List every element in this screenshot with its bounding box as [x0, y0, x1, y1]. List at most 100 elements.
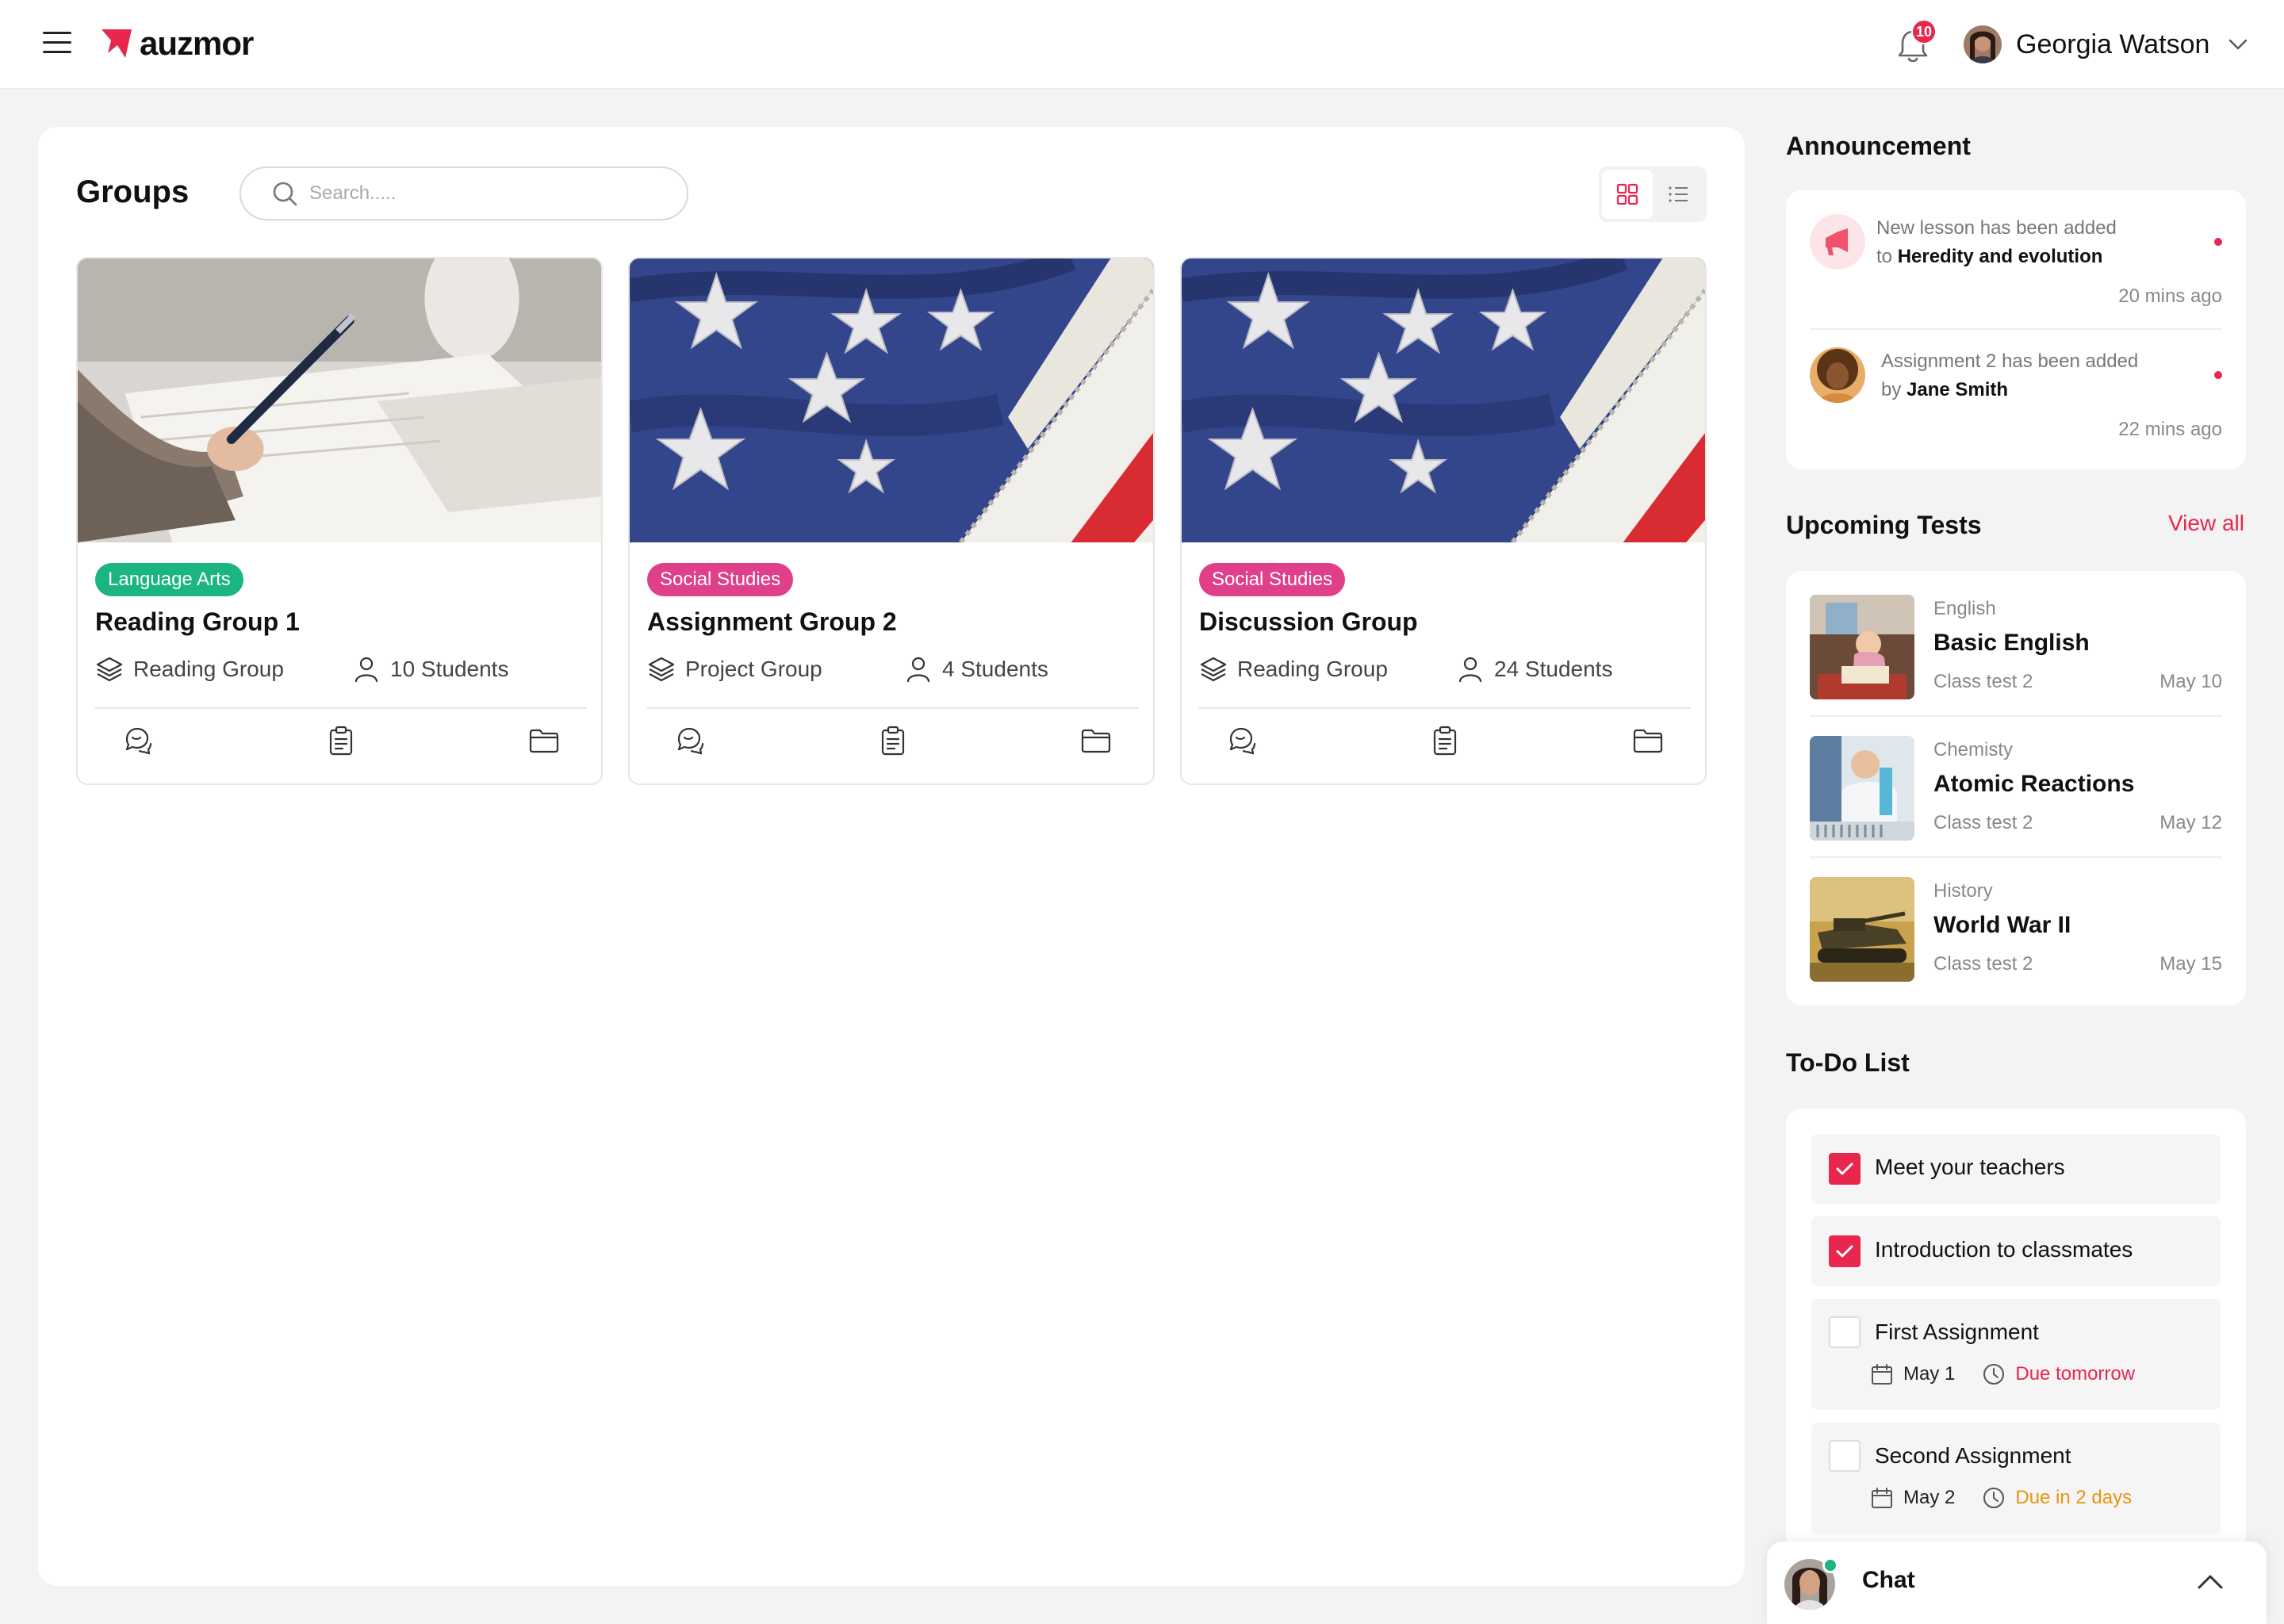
chat-bar[interactable]: Chat — [1767, 1542, 2267, 1624]
search-input[interactable] — [309, 182, 658, 205]
group-type: Project Group — [647, 655, 822, 684]
announcement-subject: Heredity and evolution — [1897, 246, 2103, 267]
assignments-button[interactable] — [1429, 725, 1464, 760]
list-icon — [1669, 186, 1688, 202]
chat-button[interactable] — [674, 725, 709, 760]
group-title[interactable]: Assignment Group 2 — [647, 607, 897, 637]
top-bar: auzmor 10 Georgia Watson — [0, 0, 2284, 89]
announcement-prefix: to — [1876, 246, 1893, 267]
folder-icon — [1633, 729, 1663, 753]
layers-icon — [648, 657, 675, 682]
clock-icon — [1983, 1364, 2005, 1385]
group-title[interactable]: Reading Group 1 — [95, 607, 300, 637]
test-name: World War II — [1933, 912, 2071, 938]
test-item[interactable]: History World War II Class test 2 May 15 — [1810, 877, 2222, 982]
group-meta: Project Group 4 Students — [647, 655, 1139, 687]
assignments-button[interactable] — [325, 725, 360, 760]
test-subject: History — [1933, 880, 1993, 902]
divider — [647, 707, 1139, 709]
divider — [1199, 707, 1691, 709]
todo-checkbox[interactable] — [1829, 1440, 1861, 1472]
announcer-avatar — [1810, 347, 1865, 403]
announcement-text: Assignment 2 has been added — [1881, 350, 2139, 372]
group-card[interactable]: Social Studies Discussion Group Reading … — [1180, 257, 1707, 785]
user-name: Georgia Watson — [2016, 29, 2210, 59]
group-card[interactable]: Social Studies Assignment Group 2 Projec… — [628, 257, 1155, 785]
layers-icon — [1200, 657, 1227, 682]
todo-due: Due in 2 days — [2015, 1487, 2133, 1508]
test-item[interactable]: Chemisty Atomic Reactions Class test 2 M… — [1810, 736, 2222, 841]
divider — [1810, 328, 2222, 330]
group-students: 4 Students — [904, 655, 1048, 684]
online-status-dot — [1822, 1557, 1838, 1573]
upcoming-tests-panel: English Basic English Class test 2 May 1… — [1786, 571, 2246, 1005]
subject-tag: Language Arts — [95, 563, 243, 596]
calendar-icon — [1872, 1364, 1892, 1385]
test-item[interactable]: English Basic English Class test 2 May 1… — [1810, 595, 2222, 699]
todo-date: May 2 — [1903, 1487, 1956, 1508]
files-button[interactable] — [1080, 725, 1115, 760]
assignments-button[interactable] — [877, 725, 912, 760]
unread-dot — [2214, 238, 2222, 246]
menu-icon[interactable] — [43, 32, 71, 56]
todo-item[interactable]: Introduction to classmates — [1811, 1216, 2221, 1286]
logo-mark-icon — [102, 29, 132, 58]
todo-label: Meet your teachers — [1875, 1155, 2065, 1179]
group-card[interactable]: Language Arts Reading Group 1 Reading Gr… — [76, 257, 603, 785]
test-subject: English — [1933, 598, 1996, 619]
todo-due: Due tomorrow — [2015, 1363, 2136, 1385]
group-type: Reading Group — [95, 655, 284, 684]
announcement-icon — [1810, 214, 1865, 270]
search-box[interactable] — [240, 167, 688, 220]
user-avatar — [1964, 25, 2002, 63]
group-actions — [95, 725, 587, 764]
todo-checkbox[interactable] — [1829, 1316, 1861, 1348]
unread-dot — [2214, 371, 2222, 379]
chevron-up-icon[interactable] — [2197, 1573, 2224, 1591]
clipboard-icon — [329, 726, 353, 756]
test-class: Class test 2 — [1933, 953, 2033, 975]
test-subject: Chemisty — [1933, 739, 2014, 760]
todo-label: Second Assignment — [1875, 1443, 2071, 1468]
files-button[interactable] — [528, 725, 563, 760]
todo-item[interactable]: Meet your teachers — [1811, 1134, 2221, 1204]
announcement-time: 22 mins ago — [2118, 419, 2222, 440]
test-thumbnail — [1810, 877, 1914, 982]
group-type-label: Reading Group — [1237, 657, 1388, 681]
user-icon — [906, 657, 930, 683]
announcement-text: New lesson has been added — [1876, 217, 2117, 239]
todo-label: Introduction to classmates — [1875, 1237, 2133, 1262]
page-title: Groups — [76, 174, 190, 209]
group-cover-image — [1182, 259, 1705, 542]
user-menu[interactable]: Georgia Watson — [1964, 24, 2248, 65]
clipboard-icon — [1433, 726, 1457, 756]
list-view-button[interactable] — [1653, 170, 1703, 219]
user-icon — [1458, 657, 1482, 683]
announcement-time: 20 mins ago — [2118, 285, 2222, 307]
clock-icon — [1983, 1488, 2005, 1508]
chat-button[interactable] — [122, 725, 157, 760]
brand-logo[interactable]: auzmor — [100, 24, 254, 63]
group-type-label: Project Group — [685, 657, 822, 681]
group-actions — [647, 725, 1139, 764]
announcement-item[interactable]: New lesson has been added to Heredity an… — [1810, 214, 2222, 317]
todo-item[interactable]: First Assignment May 1 Due tomorrow — [1811, 1299, 2221, 1410]
test-name: Atomic Reactions — [1933, 771, 2135, 797]
group-students: 10 Students — [352, 655, 508, 684]
announcement-detail: to Heredity and evolution — [1876, 246, 2102, 268]
grid-view-button[interactable] — [1602, 170, 1653, 219]
announcement-item[interactable]: Assignment 2 has been added by Jane Smit… — [1810, 347, 2222, 450]
todo-item[interactable]: Second Assignment May 2 Due in 2 days — [1811, 1423, 2221, 1534]
view-all-link[interactable]: View all — [2168, 511, 2244, 536]
files-button[interactable] — [1632, 725, 1667, 760]
todo-checkbox[interactable] — [1829, 1235, 1861, 1267]
chat-button[interactable] — [1226, 725, 1261, 760]
group-title[interactable]: Discussion Group — [1199, 607, 1418, 637]
todo-details: May 1 Due tomorrow — [1870, 1362, 2135, 1386]
divider — [1810, 715, 2222, 717]
group-students: 24 Students — [1456, 655, 1612, 684]
announcement-prefix: by — [1881, 379, 1902, 400]
chat-title: Chat — [1862, 1567, 1915, 1593]
todo-checkbox[interactable] — [1829, 1153, 1861, 1185]
chat-bubbles-icon — [677, 727, 704, 755]
